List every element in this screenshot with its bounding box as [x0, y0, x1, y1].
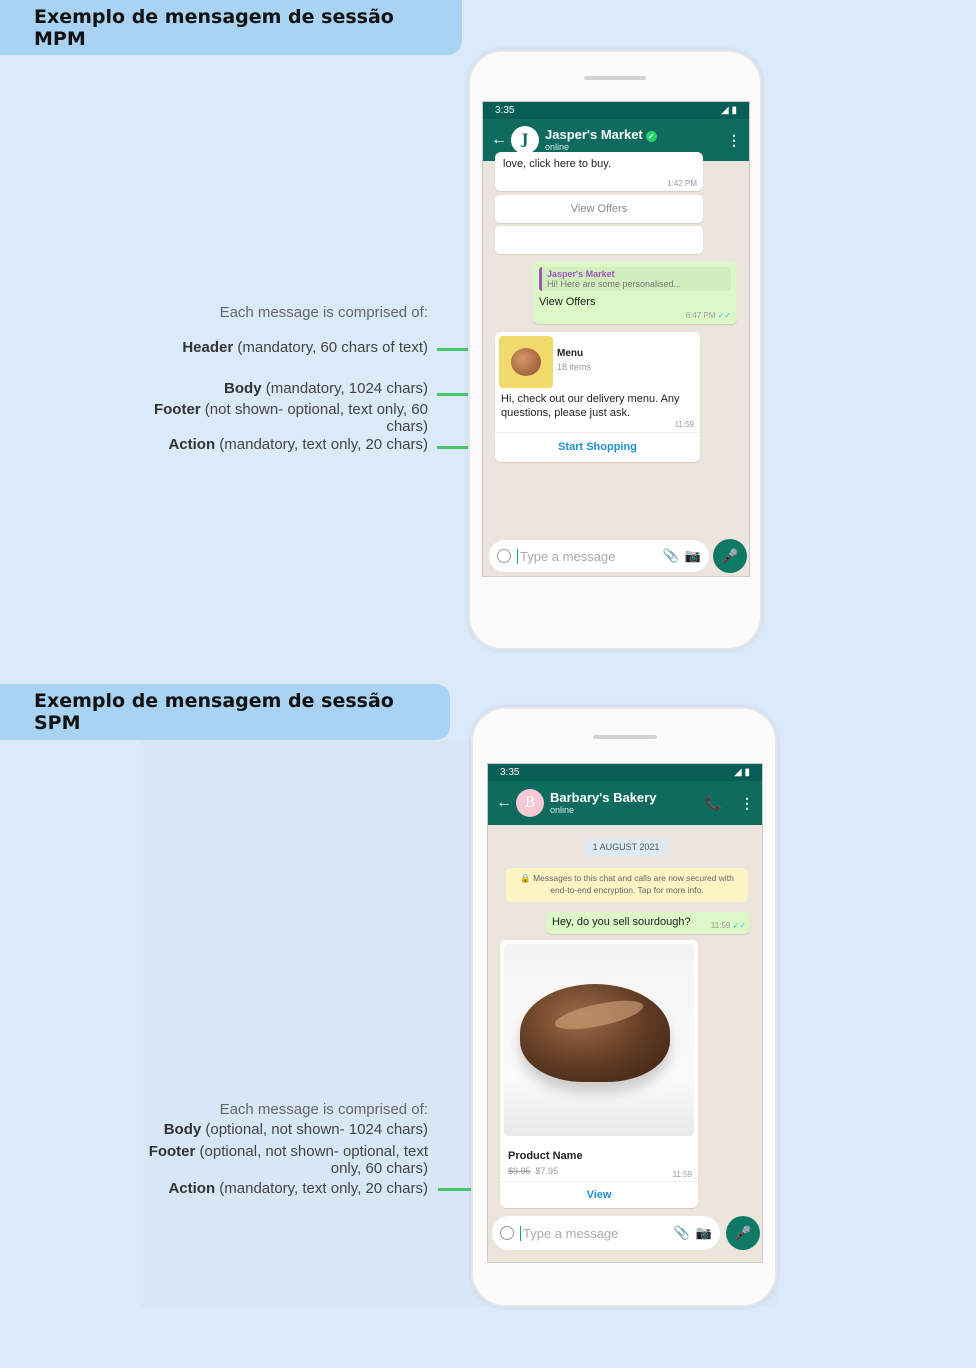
reply-message: Jasper's Market Hi! Here are some person…	[533, 262, 737, 324]
message-input[interactable]: Type a message	[520, 1225, 668, 1241]
add-call-icon[interactable]: 📞	[705, 795, 722, 812]
chat-app-bar: ← B Barbary's Bakery online 📞 ⋮	[488, 781, 762, 825]
spm-phone-screen: 3:35 ◢ ▮ ← B Barbary's Bakery online 📞 ⋮…	[487, 763, 763, 1263]
quoted-message[interactable]: Jasper's Market Hi! Here are some person…	[539, 267, 731, 291]
message-input-bar[interactable]: Type a message 📎 📷	[492, 1216, 720, 1250]
card-item-count: 18 items	[557, 362, 592, 372]
phone-speaker	[593, 735, 657, 739]
verified-badge-icon: ✓	[645, 131, 657, 142]
sourdough-loaf-image	[520, 984, 670, 1082]
avatar[interactable]: J	[511, 126, 539, 154]
product-image[interactable]	[504, 944, 694, 1136]
multi-product-card: Menu 18 items Hi, check out our delivery…	[495, 332, 700, 462]
spm-phone-frame: 3:35 ◢ ▮ ← B Barbary's Bakery online 📞 ⋮…	[471, 707, 777, 1307]
mpm-annotation-header: Header (mandatory, 60 chars of text)	[182, 339, 428, 356]
previous-message: love, click here to buy. 1:42 PM	[495, 152, 703, 191]
secondary-button[interactable]	[495, 226, 703, 254]
mpm-phone-frame: 3:35 ◢ ▮ ← J Jasper's Market ✓ online ⋮ l…	[468, 50, 762, 650]
more-options-icon[interactable]: ⋮	[740, 795, 754, 812]
view-offers-button[interactable]: View Offers	[495, 195, 703, 223]
status-bar: 3:35 ◢ ▮	[488, 764, 762, 781]
signal-battery-icon: ◢ ▮	[721, 105, 737, 116]
phone-speaker	[584, 76, 646, 80]
spm-section-title: Exemplo de mensagem de sessão SPM	[0, 684, 450, 740]
mpm-section-title: Exemplo de mensagem de sessão MPM	[0, 0, 462, 55]
mpm-annotation-action: Action (mandatory, text only, 20 chars)	[168, 436, 428, 453]
emoji-icon[interactable]	[497, 549, 511, 563]
bread-rolls-image	[511, 348, 541, 376]
spm-annotation-body: Body (optional, not shown- 1024 chars)	[163, 1121, 428, 1138]
product-price: $9.95 $7.95	[508, 1166, 559, 1176]
view-product-button[interactable]: View	[500, 1189, 698, 1201]
emoji-icon[interactable]	[500, 1226, 514, 1240]
back-arrow-icon[interactable]: ←	[491, 131, 507, 149]
spm-annotation-footer: Footer (optional, not shown- optional, t…	[148, 1143, 428, 1177]
lock-icon: 🔒	[520, 873, 531, 883]
contact-status: online	[550, 805, 575, 815]
signal-battery-icon: ◢ ▮	[734, 767, 750, 778]
more-options-icon[interactable]: ⋮	[727, 132, 741, 149]
spm-annotation-action: Action (mandatory, text only, 20 chars)	[168, 1180, 428, 1197]
avatar[interactable]: B	[516, 789, 544, 817]
mpm-annotation-body: Body (mandatory, 1024 chars)	[224, 380, 428, 397]
sent-message: Hey, do you sell sourdough? 11:59 ✓✓	[546, 912, 750, 934]
message-input-bar[interactable]: Type a message 📎 📷	[489, 540, 709, 572]
mpm-annotation-footer: Footer (not shown- optional, text only, …	[153, 401, 428, 435]
mic-icon[interactable]: 🎤	[713, 539, 747, 573]
start-shopping-button[interactable]: Start Shopping	[495, 441, 700, 453]
card-body: Hi, check out our delivery menu. Any que…	[501, 393, 680, 419]
spm-annotations-intro: Each message is comprised of:	[219, 1101, 428, 1118]
product-name: Product Name	[508, 1150, 583, 1162]
product-thumbnail[interactable]	[499, 336, 553, 388]
camera-icon[interactable]: 📷	[685, 548, 701, 564]
contact-name[interactable]: Jasper's Market ✓	[545, 127, 657, 142]
card-divider	[500, 1181, 698, 1182]
attach-icon[interactable]: 📎	[674, 1225, 690, 1241]
mic-icon[interactable]: 🎤	[726, 1216, 760, 1250]
camera-icon[interactable]: 📷	[696, 1225, 712, 1241]
encryption-notice[interactable]: 🔒 Messages to this chat and calls are no…	[506, 868, 748, 902]
read-receipt-icon: ✓✓	[732, 921, 746, 930]
single-product-card: Product Name $9.95 $7.95 11:59 View	[500, 940, 698, 1208]
read-receipt-icon: ✓✓	[717, 311, 731, 320]
mpm-annotations-intro: Each message is comprised of:	[219, 304, 428, 321]
card-header: Menu	[557, 348, 584, 359]
attach-icon[interactable]: 📎	[663, 548, 679, 564]
contact-name[interactable]: Barbary's Bakery	[550, 790, 656, 805]
mpm-phone-screen: 3:35 ◢ ▮ ← J Jasper's Market ✓ online ⋮ l…	[482, 101, 750, 577]
message-input[interactable]: Type a message	[517, 548, 657, 564]
card-divider	[495, 432, 700, 433]
status-bar: 3:35 ◢ ▮	[483, 102, 749, 119]
back-arrow-icon[interactable]: ←	[496, 794, 512, 812]
date-chip: 1 AUGUST 2021	[585, 838, 667, 856]
